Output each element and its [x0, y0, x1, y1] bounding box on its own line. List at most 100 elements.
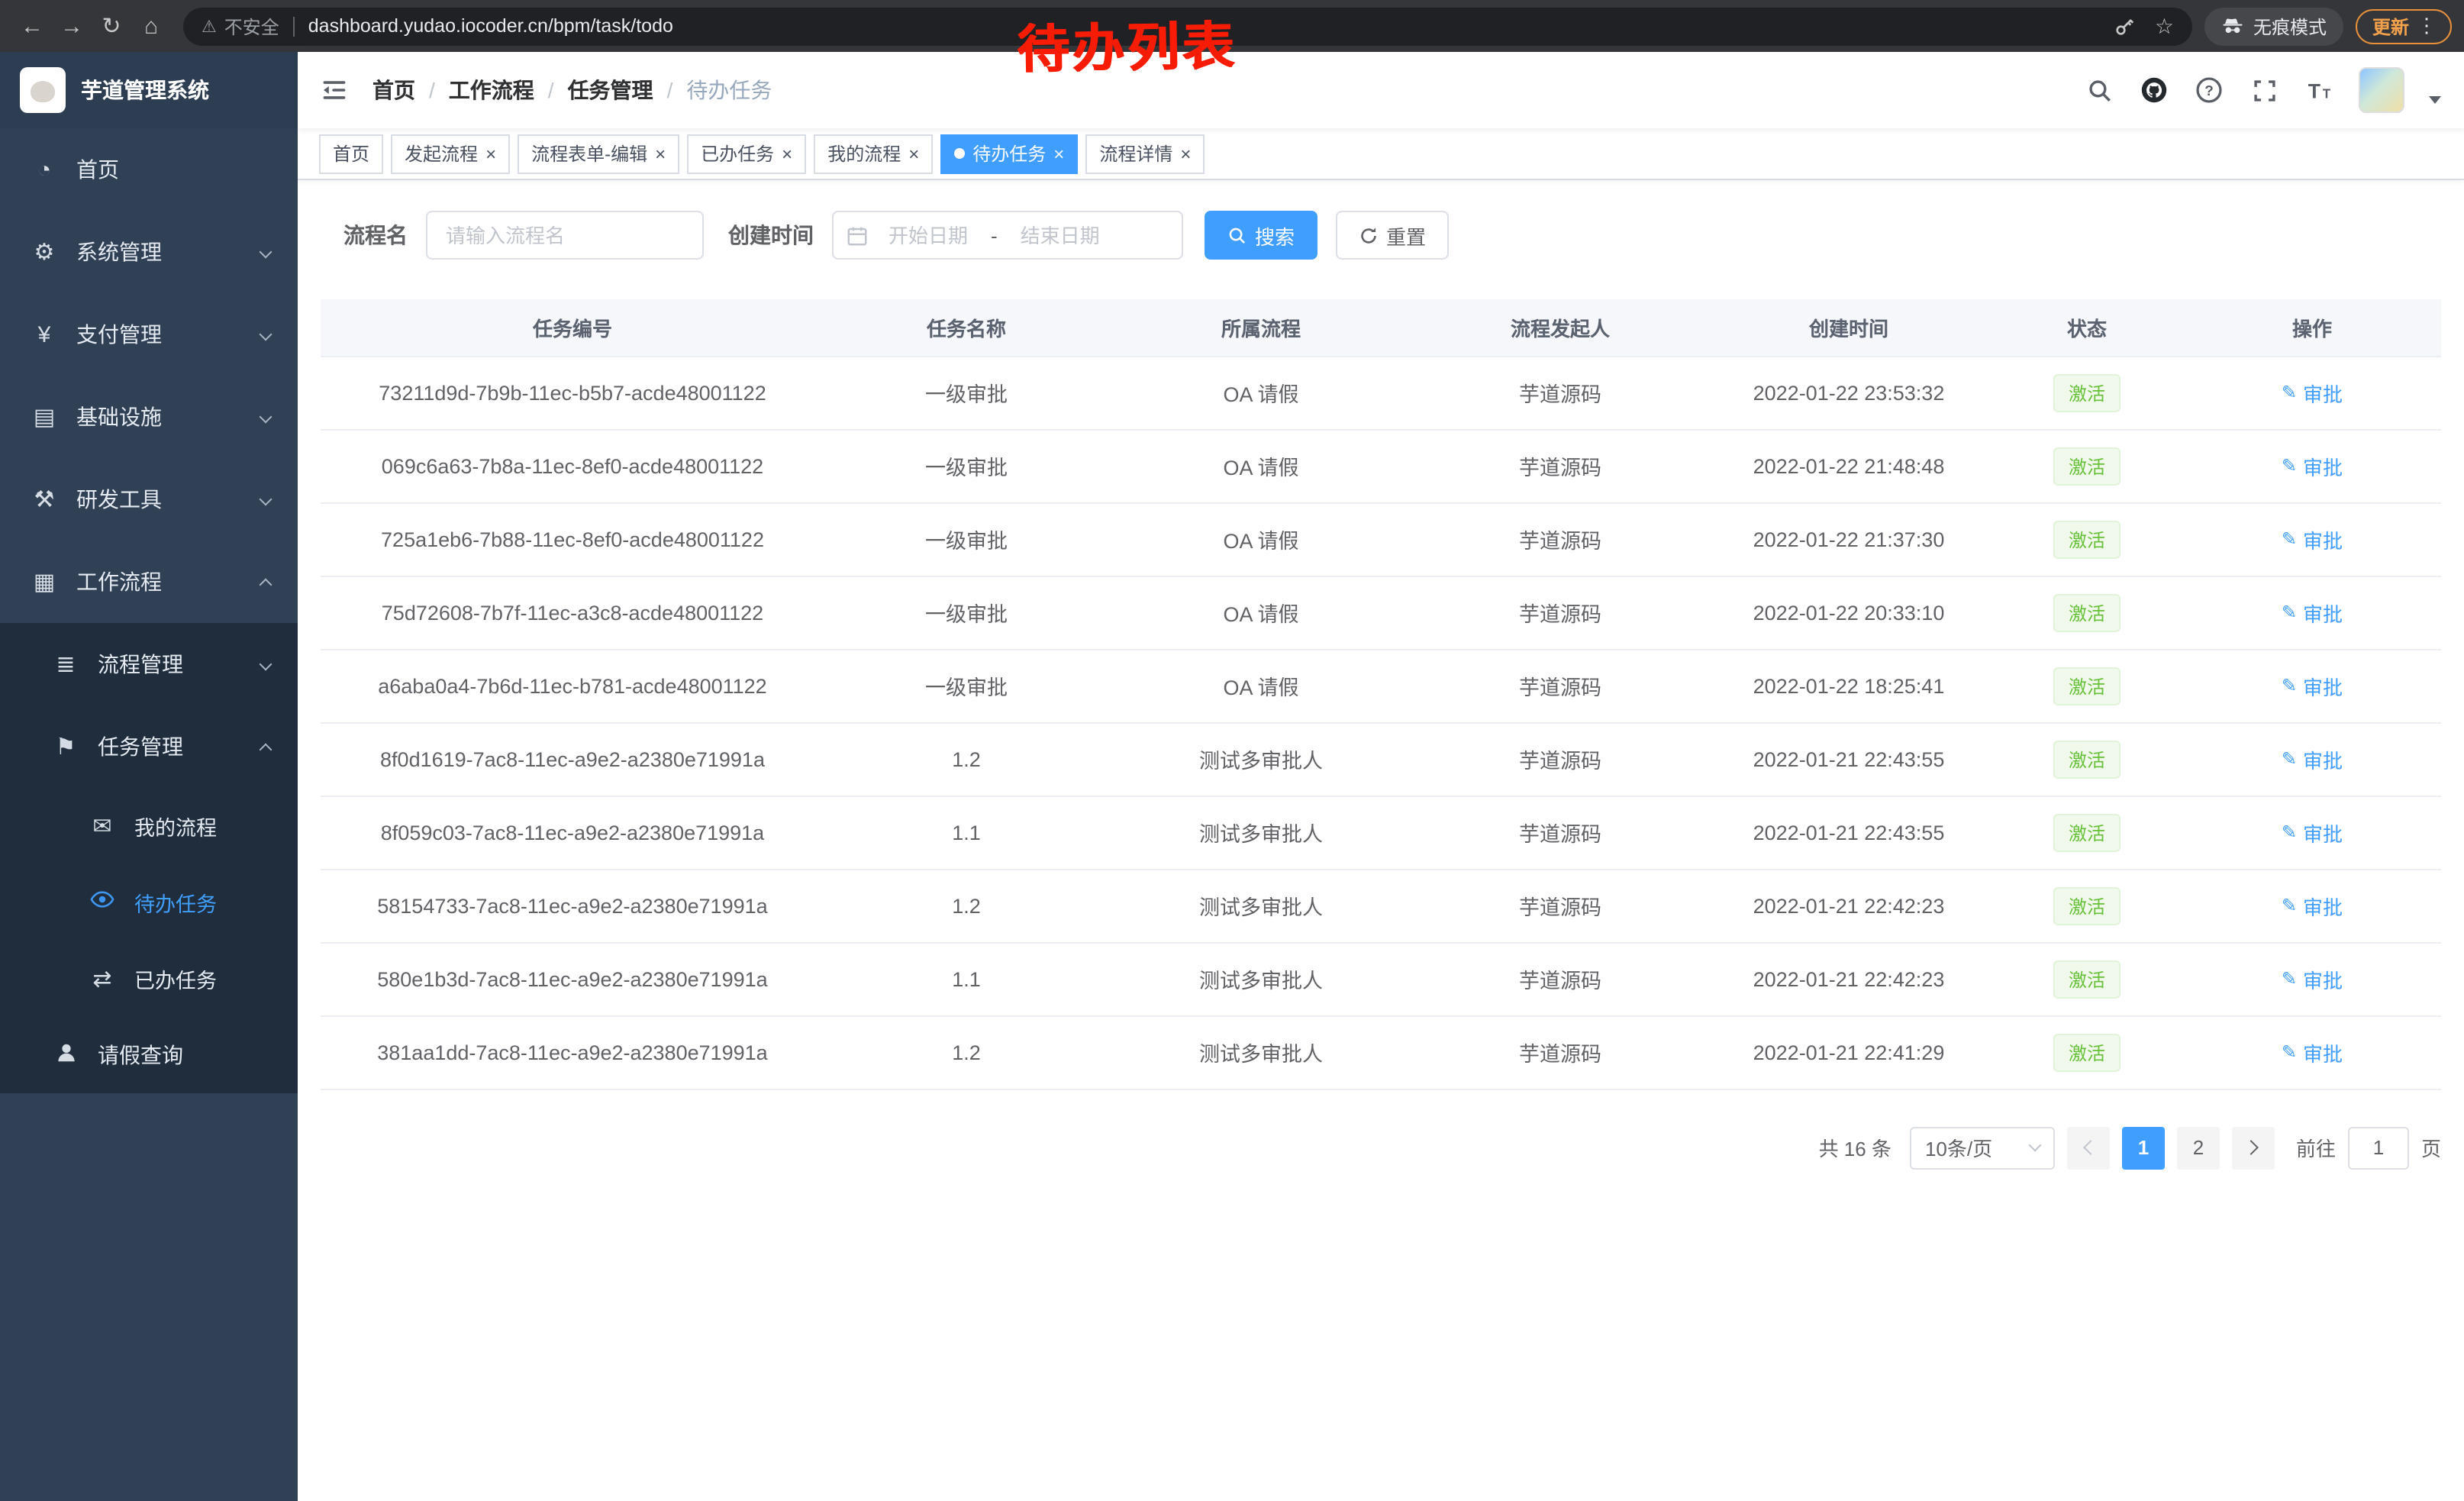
- sidebar-item-done-task[interactable]: ⇄ 已办任务: [0, 941, 298, 1017]
- status-badge: 激活: [2053, 813, 2121, 851]
- navbar-tools: ? TT: [2084, 67, 2441, 113]
- bookmark-star-icon[interactable]: ☆: [2155, 13, 2174, 39]
- tab-process-detail[interactable]: 流程详情 ×: [1085, 134, 1205, 173]
- next-page-button[interactable]: [2232, 1126, 2275, 1169]
- cell-create-time: 2022-01-22 18:25:41: [1707, 649, 1991, 722]
- app-logo[interactable]: 芋道管理系统: [0, 52, 298, 128]
- browser-home-button[interactable]: ⌂: [131, 13, 171, 39]
- status-badge: 激活: [2053, 373, 2121, 412]
- cell-task-id: 8f0d1619-7ac8-11ec-a9e2-a2380e71991a: [321, 722, 824, 796]
- cell-task-name: 一级审批: [824, 576, 1108, 649]
- page-button-1[interactable]: 1: [2122, 1126, 2165, 1169]
- browser-back-button[interactable]: ←: [12, 13, 52, 39]
- search-button[interactable]: 搜索: [1205, 211, 1317, 260]
- tab-form-edit[interactable]: 流程表单-编辑 ×: [518, 134, 679, 173]
- tab-done-task[interactable]: 已办任务 ×: [687, 134, 806, 173]
- fullscreen-icon[interactable]: [2249, 75, 2279, 105]
- table-row: 75d72608-7b7f-11ec-a3c8-acde48001122 一级审…: [321, 576, 2441, 649]
- browser-reload-button[interactable]: ↻: [92, 12, 131, 40]
- approve-link[interactable]: ✎审批: [2282, 744, 2343, 773]
- reset-button[interactable]: 重置: [1336, 211, 1449, 260]
- sidebar-item-task-mgmt[interactable]: ⚑ 任务管理: [0, 705, 298, 788]
- font-size-icon[interactable]: TT: [2304, 75, 2334, 105]
- security-label[interactable]: 不安全: [224, 13, 279, 39]
- edit-icon: ✎: [2282, 822, 2297, 843]
- breadcrumb-current: 待办任务: [686, 75, 772, 105]
- avatar-caret-icon[interactable]: [2429, 95, 2441, 103]
- cell-task-name: 1.2: [824, 722, 1108, 796]
- approve-link[interactable]: ✎审批: [2282, 378, 2343, 407]
- status-badge: 激活: [2053, 740, 2121, 778]
- breadcrumb-task-mgmt[interactable]: 任务管理: [568, 75, 653, 105]
- page-size-select[interactable]: 10条/页: [1910, 1126, 2055, 1169]
- sidebar-collapse-icon[interactable]: [321, 76, 348, 104]
- avatar[interactable]: [2359, 67, 2404, 113]
- process-name-input[interactable]: [426, 211, 704, 260]
- approve-link[interactable]: ✎审批: [2282, 891, 2343, 920]
- hammer-icon: ⚒: [31, 486, 58, 513]
- cell-task-name: 1.2: [824, 1015, 1108, 1089]
- search-icon[interactable]: [2084, 75, 2114, 105]
- goto-page-input[interactable]: [2348, 1126, 2409, 1169]
- approve-link[interactable]: ✎审批: [2282, 451, 2343, 480]
- tab-todo-task[interactable]: 待办任务 ×: [940, 134, 1078, 173]
- approve-link[interactable]: ✎审批: [2282, 598, 2343, 627]
- close-icon[interactable]: ×: [908, 144, 919, 163]
- sidebar-item-system[interactable]: ⚙ 系统管理: [0, 211, 298, 293]
- logo-image: [20, 67, 66, 113]
- sidebar-item-payment[interactable]: ¥ 支付管理: [0, 293, 298, 376]
- table-row: 381aa1dd-7ac8-11ec-a9e2-a2380e71991a 1.2…: [321, 1015, 2441, 1089]
- close-icon[interactable]: ×: [782, 144, 792, 163]
- tab-my-process[interactable]: 我的流程 ×: [814, 134, 933, 173]
- approve-link[interactable]: ✎审批: [2282, 964, 2343, 993]
- end-date-input[interactable]: [1004, 224, 1117, 247]
- sidebar-item-devtools[interactable]: ⚒ 研发工具: [0, 458, 298, 541]
- update-button[interactable]: 更新 ⋮: [2356, 8, 2452, 44]
- tab-start-process[interactable]: 发起流程 ×: [391, 134, 510, 173]
- sidebar-item-home[interactable]: ◔ 首页: [0, 128, 298, 211]
- browser-menu-icon[interactable]: ⋮: [2409, 14, 2444, 38]
- prev-page-button[interactable]: [2067, 1126, 2110, 1169]
- page-url[interactable]: dashboard.yudao.iocoder.cn/bpm/task/todo: [308, 15, 673, 37]
- cell-create-time: 2022-01-21 22:42:23: [1707, 942, 1991, 1015]
- browser-forward-button[interactable]: →: [52, 13, 92, 39]
- cell-process: 测试多审批人: [1108, 1015, 1414, 1089]
- cell-create-time: 2022-01-21 22:41:29: [1707, 1015, 1991, 1089]
- col-task-id: 任务编号: [321, 299, 824, 356]
- sidebar-item-todo-task[interactable]: 待办任务: [0, 864, 298, 941]
- page-button-2[interactable]: 2: [2177, 1126, 2220, 1169]
- cell-process: OA 请假: [1108, 356, 1414, 429]
- table-row: 73211d9d-7b9b-11ec-b5b7-acde48001122 一级审…: [321, 356, 2441, 429]
- status-badge: 激活: [2053, 447, 2121, 485]
- help-icon[interactable]: ?: [2194, 75, 2224, 105]
- approve-link[interactable]: ✎审批: [2282, 671, 2343, 700]
- start-date-input[interactable]: [872, 224, 985, 247]
- sidebar-item-workflow[interactable]: ▦ 工作流程: [0, 541, 298, 623]
- cell-task-name: 1.2: [824, 869, 1108, 942]
- sidebar-item-infra[interactable]: ▤ 基础设施: [0, 376, 298, 458]
- approve-link[interactable]: ✎审批: [2282, 1038, 2343, 1067]
- password-key-icon[interactable]: [2114, 15, 2137, 37]
- close-icon[interactable]: ×: [1180, 144, 1191, 163]
- breadcrumb-workflow[interactable]: 工作流程: [449, 75, 534, 105]
- github-icon[interactable]: [2139, 75, 2169, 105]
- close-icon[interactable]: ×: [1053, 144, 1064, 163]
- incognito-badge: 无痕模式: [2204, 7, 2343, 45]
- table-row: 725a1eb6-7b88-11ec-8ef0-acde48001122 一级审…: [321, 502, 2441, 576]
- status-badge: 激活: [2053, 667, 2121, 705]
- sidebar-item-leave-query[interactable]: 请假查询: [0, 1017, 298, 1093]
- close-icon[interactable]: ×: [655, 144, 666, 163]
- approve-link[interactable]: ✎审批: [2282, 818, 2343, 847]
- annotation-overlay: 待办列表: [1016, 4, 1237, 82]
- sidebar-item-process-mgmt[interactable]: ≣ 流程管理: [0, 623, 298, 705]
- date-range-picker[interactable]: -: [832, 211, 1183, 260]
- tab-home[interactable]: 首页: [319, 134, 383, 173]
- omnibox-divider: [293, 16, 295, 36]
- status-badge: 激活: [2053, 520, 2121, 558]
- dashboard-icon: ◔: [31, 157, 58, 182]
- breadcrumb-home[interactable]: 首页: [373, 75, 415, 105]
- cell-task-id: 069c6a63-7b8a-11ec-8ef0-acde48001122: [321, 429, 824, 502]
- close-icon[interactable]: ×: [485, 144, 496, 163]
- approve-link[interactable]: ✎审批: [2282, 525, 2343, 554]
- sidebar-item-my-process[interactable]: ✉ 我的流程: [0, 788, 298, 864]
